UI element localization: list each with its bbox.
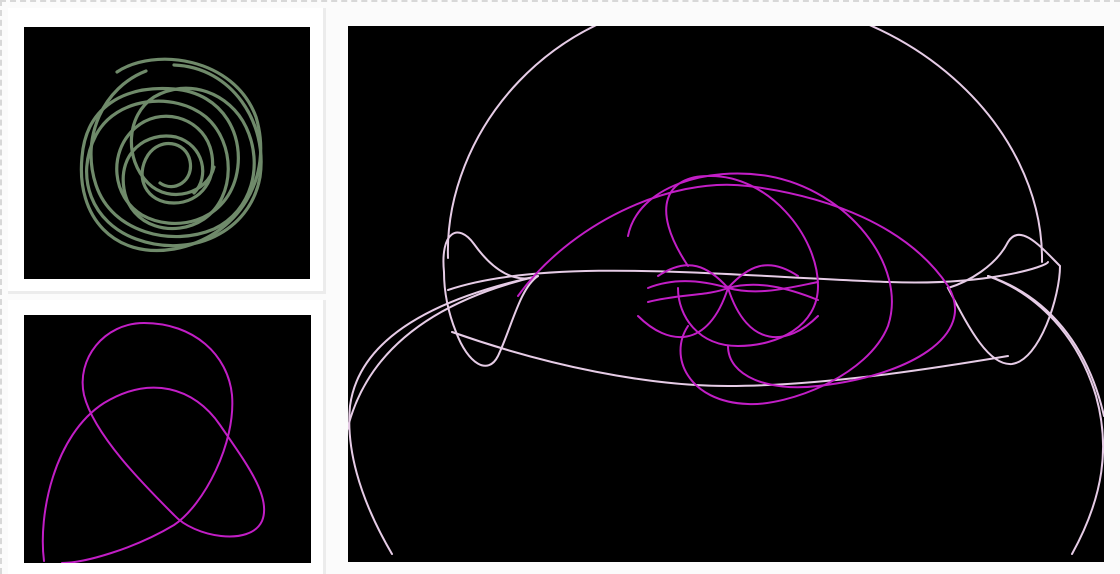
workspace bbox=[0, 0, 1120, 574]
inner-loop-b bbox=[627, 172, 893, 406]
main-canvas[interactable] bbox=[348, 26, 1104, 562]
spiral-trace-c bbox=[89, 69, 256, 239]
loop-curve-graphic bbox=[41, 321, 266, 563]
thumbnail-canvas-1[interactable] bbox=[24, 27, 310, 279]
outer-arc-top bbox=[446, 26, 1044, 263]
loop-trace bbox=[41, 321, 266, 563]
outer-sweep-right bbox=[987, 275, 1104, 555]
spiral-trace-b bbox=[85, 63, 263, 248]
outer-arc-right bbox=[987, 275, 1104, 417]
side-lobe-right bbox=[946, 233, 1062, 366]
center-knot-3 bbox=[637, 284, 819, 338]
thumbnail-canvas-2[interactable] bbox=[24, 315, 311, 563]
outer-arc-left bbox=[348, 275, 539, 431]
inner-loop-c bbox=[665, 174, 820, 348]
spiral-curve-graphic bbox=[79, 57, 263, 252]
orbit-curve-graphic bbox=[348, 26, 1104, 555]
outer-sweep-left bbox=[348, 275, 539, 555]
